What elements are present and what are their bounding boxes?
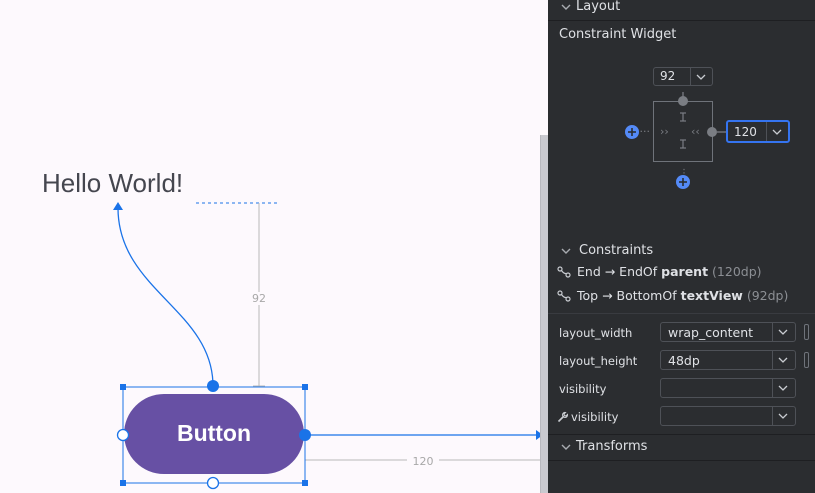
layout-section-header[interactable]: Layout bbox=[548, 0, 815, 18]
button-widget[interactable]: Button bbox=[124, 394, 304, 474]
constraint-prefix: End → EndOf bbox=[577, 264, 658, 279]
attributes-panel: Layout Constraint Widget ···· ›› ‹‹ ⋮ 92… bbox=[548, 0, 815, 493]
resize-handle-br bbox=[302, 480, 308, 486]
constraint-link-icon bbox=[557, 266, 571, 278]
top-anchor-dot bbox=[678, 96, 688, 106]
constraint-prefix: Top → BottomOf bbox=[577, 288, 677, 303]
layout-width-label: layout_width bbox=[559, 326, 633, 340]
resize-handle-tr bbox=[302, 384, 308, 390]
top-margin-dropdown[interactable]: 92 bbox=[653, 67, 713, 86]
resize-handle-tl bbox=[120, 384, 126, 390]
canvas-scrollbar[interactable] bbox=[540, 135, 548, 493]
constraint-margin: (92dp) bbox=[746, 288, 789, 303]
constraint-row[interactable]: Top → BottomOf textView (92dp) bbox=[556, 286, 811, 306]
chevron-down-icon bbox=[778, 385, 788, 391]
chevron-down-icon bbox=[778, 329, 788, 335]
chevron-down-icon bbox=[696, 74, 706, 80]
constraint-link-icon bbox=[557, 290, 571, 302]
add-start-constraint-icon bbox=[625, 125, 639, 139]
horizontal-margin-label: 120 bbox=[407, 455, 439, 468]
constraints-section-header[interactable]: Constraints bbox=[548, 240, 815, 262]
layout-width-dropdown[interactable]: wrap_content bbox=[660, 322, 796, 342]
button-label: Button bbox=[176, 420, 252, 446]
fixed-width-left-icon: ›› bbox=[660, 125, 669, 138]
resize-handle-bl bbox=[120, 480, 126, 486]
transforms-section-header[interactable]: Transforms bbox=[548, 436, 815, 458]
end-anchor-dot bbox=[707, 127, 717, 137]
divider bbox=[548, 434, 815, 435]
top-constraint-arrowhead bbox=[113, 202, 123, 210]
constraint-target: textView bbox=[680, 288, 743, 303]
end-margin-dropdown[interactable]: 120 bbox=[726, 120, 790, 143]
constraint-margin: (120dp) bbox=[712, 264, 762, 279]
top-anchor bbox=[207, 380, 219, 392]
divider bbox=[548, 460, 815, 461]
constraint-widget-title: Constraint Widget bbox=[559, 27, 677, 42]
add-bottom-constraint-icon bbox=[676, 175, 690, 189]
divider bbox=[548, 313, 815, 314]
constraint-target: parent bbox=[661, 264, 709, 279]
chevron-down-icon bbox=[561, 444, 571, 450]
visibility-dropdown[interactable] bbox=[660, 378, 796, 398]
resource-picker-handle[interactable] bbox=[804, 324, 809, 340]
fixed-width-right-icon: ‹‹ bbox=[691, 125, 700, 138]
vertical-margin-label: 92 bbox=[250, 292, 268, 305]
chevron-down-icon bbox=[772, 129, 782, 135]
hello-world-text[interactable]: Hello World! bbox=[42, 168, 183, 199]
tools-visibility-dropdown[interactable] bbox=[660, 406, 796, 426]
layout-height-dropdown[interactable]: 48dp bbox=[660, 350, 796, 370]
constraint-row[interactable]: End → EndOf parent (120dp) bbox=[556, 262, 811, 282]
wrench-icon bbox=[557, 411, 569, 423]
bottom-anchor bbox=[206, 476, 220, 490]
divider bbox=[548, 20, 815, 21]
layout-height-label: layout_height bbox=[559, 354, 638, 368]
visibility-label: visibility bbox=[559, 382, 607, 396]
chevron-down-icon bbox=[561, 248, 571, 254]
chevron-down-icon bbox=[561, 4, 571, 10]
tools-visibility-label: visibility bbox=[571, 410, 619, 424]
design-canvas[interactable]: Hello World! 92 Button 120 bbox=[0, 0, 540, 493]
chevron-down-icon bbox=[778, 357, 788, 363]
chevron-down-icon bbox=[778, 413, 788, 419]
resource-picker-handle[interactable] bbox=[804, 352, 809, 368]
top-constraint-curve bbox=[117, 207, 214, 387]
